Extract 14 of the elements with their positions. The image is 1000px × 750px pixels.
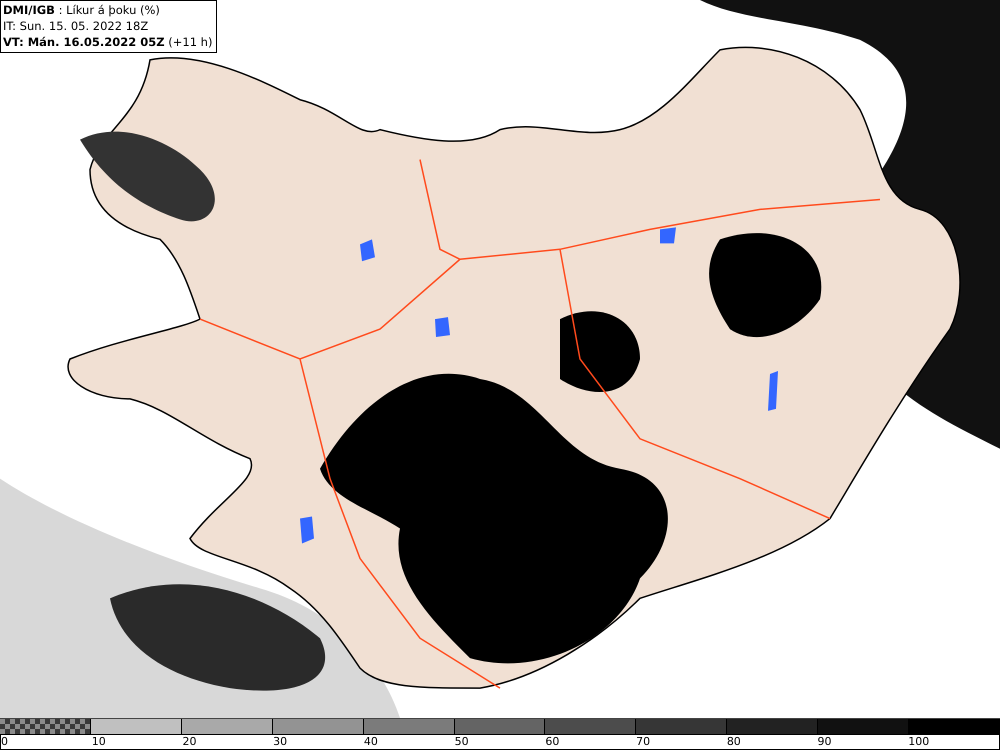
- legend-label: 0: [1, 735, 8, 749]
- legend-label: 30: [273, 735, 288, 749]
- issue-time: IT: Sun. 15. 05. 2022 18Z: [3, 18, 150, 34]
- legend-label: 70: [636, 735, 650, 749]
- legend-label: 20: [182, 735, 196, 749]
- legend-label: 50: [454, 735, 469, 749]
- valid-time: VT: Mán. 16.05.2022 05Z (+11 h): [3, 34, 212, 50]
- legend-label: 90: [818, 735, 832, 749]
- legend-label: 100: [908, 735, 930, 749]
- map-title: DMI/IGB : Líkur á þoku (%): [3, 2, 161, 18]
- legend-label: 60: [545, 735, 560, 749]
- legend-label: 40: [364, 735, 378, 749]
- legend-label: 80: [726, 735, 741, 749]
- legend-label: 10: [92, 735, 106, 749]
